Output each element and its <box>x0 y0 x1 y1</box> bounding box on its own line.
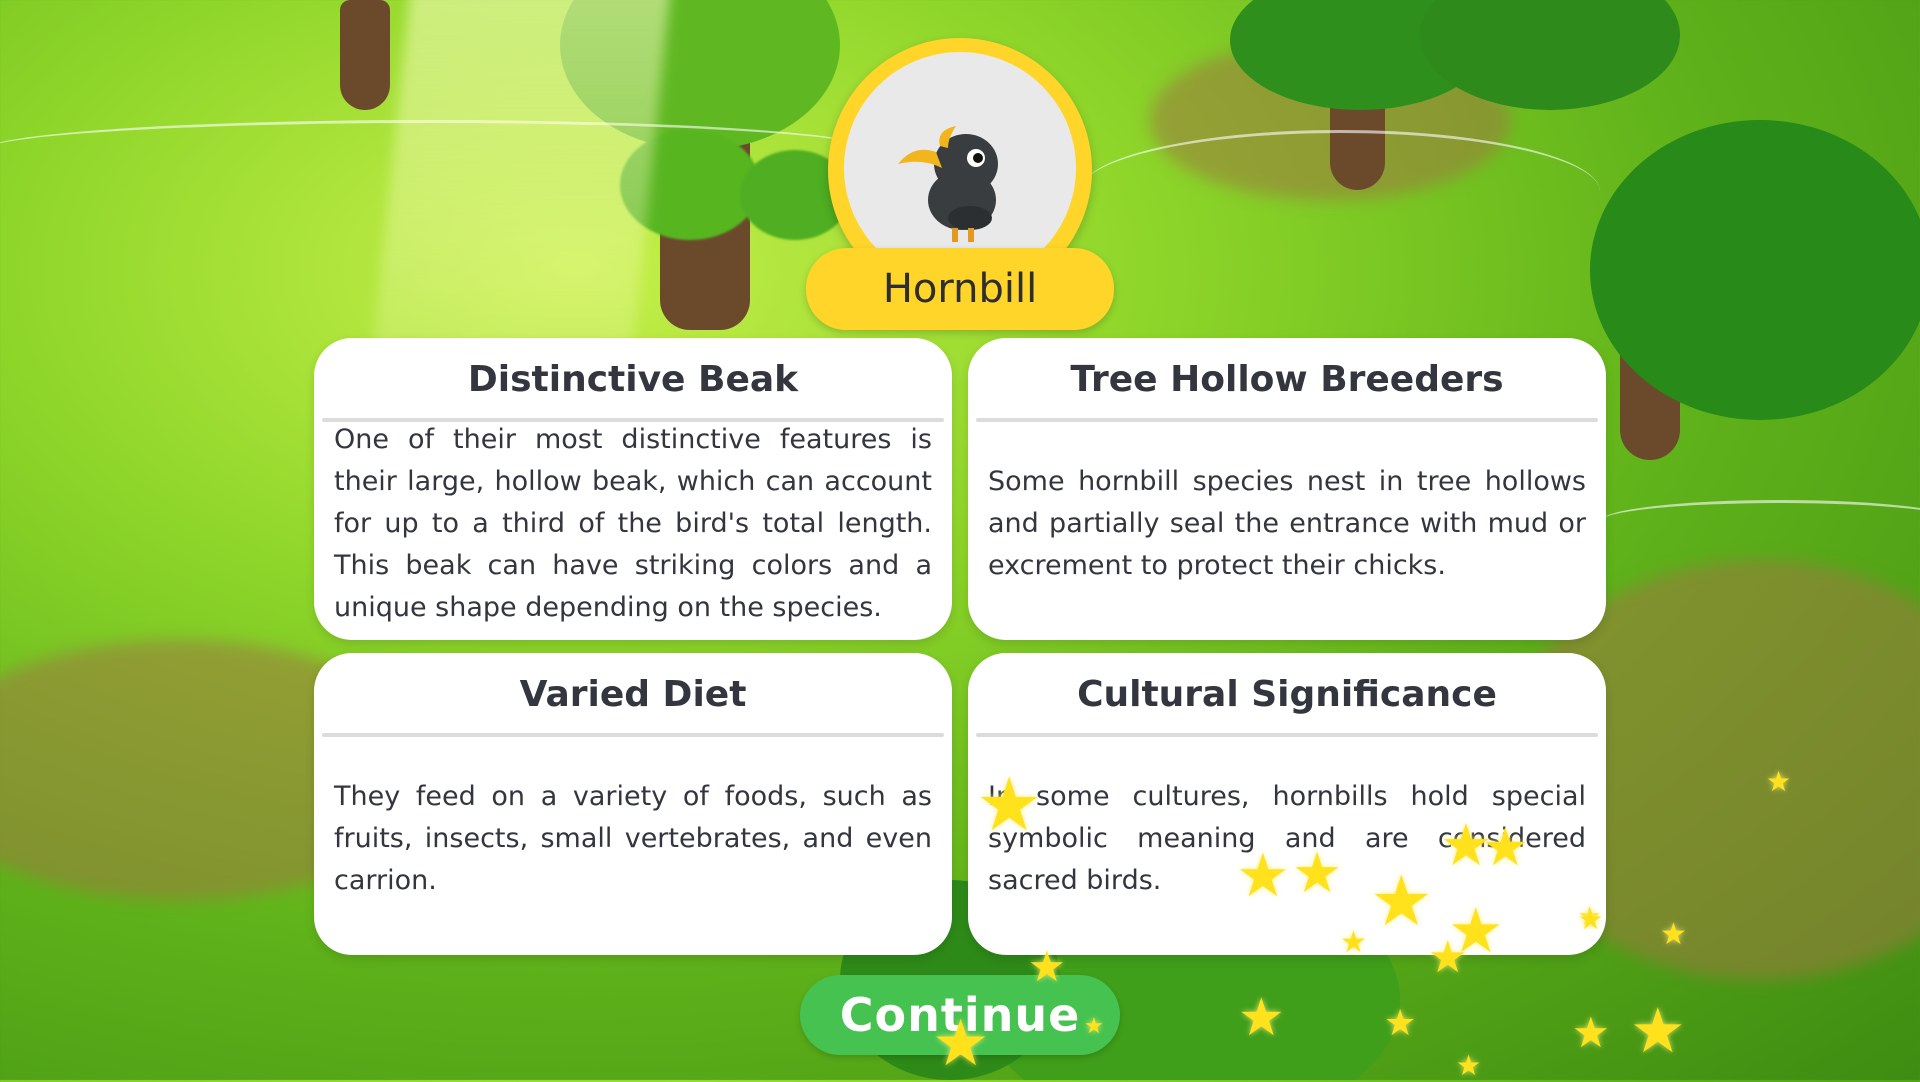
tree-canopy <box>1590 120 1920 420</box>
star-icon: ★ <box>1660 917 1687 952</box>
star-icon: ★ <box>1456 1049 1482 1082</box>
fact-card-title: Tree Hollow Breeders <box>1070 359 1504 400</box>
star-icon: ★ <box>1428 932 1468 983</box>
star-icon: ★ <box>1236 841 1290 911</box>
star-icon: ★ <box>1292 841 1343 906</box>
star-icon: ★ <box>1238 988 1285 1048</box>
rope-line <box>1600 500 1920 543</box>
star-icon: ★ <box>1340 925 1367 960</box>
fact-card-text: One of their most distinctive features i… <box>334 424 932 623</box>
star-icon: ★ <box>1370 860 1433 942</box>
animal-name: Hornbill <box>882 266 1038 312</box>
star-icon: ★ <box>932 1007 990 1081</box>
star-icon: ★ <box>976 762 1043 848</box>
rope-line <box>1080 130 1600 253</box>
fact-card-varied-diet: Varied Diet They feed on a variety of fo… <box>314 653 952 955</box>
star-icon: ★ <box>1578 903 1604 936</box>
star-icon: ★ <box>1766 765 1792 798</box>
star-icon: ★ <box>1630 994 1686 1067</box>
fact-card-title: Varied Diet <box>519 674 747 715</box>
fact-card-title: Distinctive Beak <box>467 359 799 400</box>
fact-card-text: Some hornbill species nest in tree hollo… <box>988 466 1586 581</box>
star-icon: ★ <box>1482 818 1529 878</box>
fact-card-tree-hollow-breeders: Tree Hollow Breeders Some hornbill speci… <box>968 338 1606 640</box>
star-icon: ★ <box>1384 1003 1417 1044</box>
fact-card-text: They feed on a variety of foods, such as… <box>334 781 932 896</box>
star-icon: ★ <box>1028 942 1066 991</box>
tree-trunk <box>340 0 390 110</box>
star-icon: ★ <box>1572 1008 1610 1057</box>
animal-name-banner: Hornbill <box>806 248 1114 330</box>
fact-card-title: Cultural Significance <box>1077 674 1497 715</box>
fact-card-distinctive-beak: Distinctive Beak One of their most disti… <box>314 338 952 640</box>
star-icon: ★ <box>1084 1014 1104 1039</box>
